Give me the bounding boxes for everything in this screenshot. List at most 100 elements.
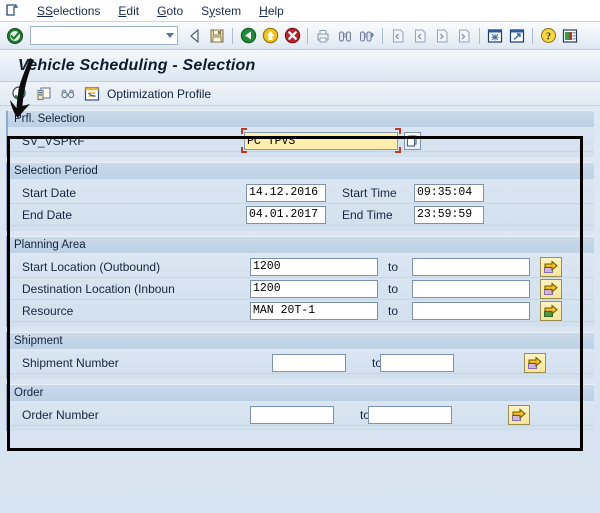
- input-order-number-from[interactable]: [250, 406, 334, 424]
- create-shortcut-icon[interactable]: [506, 25, 528, 47]
- find-next-binoculars-icon[interactable]: [356, 25, 378, 47]
- first-page-icon[interactable]: [387, 25, 409, 47]
- input-wrapper-sv-vsprf: [244, 131, 398, 151]
- multiple-selection-arrow-icon[interactable]: [540, 279, 562, 299]
- focus-bracket-icon: [395, 147, 401, 153]
- menu-item-goto[interactable]: Goto: [148, 3, 192, 19]
- input-end-time[interactable]: [414, 206, 484, 224]
- cancel-red-x-icon[interactable]: [281, 25, 303, 47]
- delete-glasses-icon[interactable]: [56, 83, 80, 105]
- sap-gui-window: SSelectionsSelections Edit Goto System H…: [0, 0, 600, 513]
- group-body-order: Order Number to: [6, 401, 594, 431]
- group-body-planning-area: Start Location (Outbound) to Destination…: [6, 253, 594, 327]
- group-title: Shipment: [14, 335, 63, 347]
- help-question-icon[interactable]: ?: [537, 25, 559, 47]
- input-shipment-number-from[interactable]: [272, 354, 346, 372]
- label-end-time: End Time: [342, 208, 414, 222]
- command-field[interactable]: [30, 26, 178, 45]
- menu-item-edit[interactable]: Edit: [109, 3, 148, 19]
- input-resource-from[interactable]: [250, 302, 378, 320]
- label-shipment-number: Shipment Number: [22, 356, 272, 370]
- back-green-arrow-icon[interactable]: [237, 25, 259, 47]
- execute-clock-check-icon[interactable]: [8, 83, 32, 105]
- focus-bracket-icon: [395, 128, 401, 134]
- multiple-selection-arrow-icon[interactable]: [540, 257, 562, 277]
- command-input[interactable]: [36, 28, 166, 43]
- field-row-end-date: End Date End Time: [8, 204, 594, 226]
- group-order: Order Order Number to: [6, 384, 594, 431]
- multiple-selection-arrow-icon[interactable]: [524, 353, 546, 373]
- group-header-planning-area: Planning Area: [6, 236, 594, 253]
- group-title: Prfl. Selection: [14, 113, 85, 125]
- find-binoculars-icon[interactable]: [334, 25, 356, 47]
- group-title: Planning Area: [14, 239, 86, 251]
- field-row-start-date: Start Date Start Time: [8, 182, 594, 204]
- previous-page-icon[interactable]: [409, 25, 431, 47]
- field-row-destination-location: Destination Location (Inboun to: [8, 278, 594, 300]
- toolbar-separator: [479, 28, 480, 44]
- input-start-location-to[interactable]: [412, 258, 530, 276]
- toolbar-separator: [532, 28, 533, 44]
- chevron-down-icon[interactable]: [166, 33, 174, 38]
- field-row-order-number: Order Number to: [8, 404, 594, 426]
- group-header-shipment: Shipment: [6, 332, 594, 349]
- optimization-profile-icon[interactable]: [80, 83, 104, 105]
- label-order-number: Order Number: [22, 408, 250, 422]
- menu-item-system[interactable]: System: [192, 3, 250, 19]
- input-end-date[interactable]: [246, 206, 326, 224]
- print-icon[interactable]: [312, 25, 334, 47]
- label-to: to: [346, 356, 380, 370]
- input-start-time[interactable]: [414, 184, 484, 202]
- input-destination-location-from[interactable]: [250, 280, 378, 298]
- input-start-location-from[interactable]: [250, 258, 378, 276]
- matchcode-icon[interactable]: [404, 132, 421, 150]
- copy-variant-icon[interactable]: [32, 83, 56, 105]
- toolbar-separator: [232, 28, 233, 44]
- multiple-selection-arrow-icon-active[interactable]: [540, 301, 562, 321]
- focus-bracket-icon: [241, 147, 247, 153]
- group-prfl-selection: Prfl. Selection SV_VSPRF: [6, 110, 594, 157]
- toolbar-separator: [307, 28, 308, 44]
- field-row-resource: Resource to: [8, 300, 594, 322]
- label-start-date: Start Date: [22, 186, 246, 200]
- toolbar-separator: [382, 28, 383, 44]
- input-resource-to[interactable]: [412, 302, 530, 320]
- menu-bar: SSelectionsSelections Edit Goto System H…: [0, 0, 600, 22]
- label-to: to: [378, 260, 412, 274]
- input-destination-location-to[interactable]: [412, 280, 530, 298]
- save-floppy-icon[interactable]: [206, 25, 228, 47]
- standard-toolbar: ?: [0, 22, 600, 50]
- menu-item-selections[interactable]: SSelectionsSelections: [28, 3, 109, 19]
- group-header-selection-period: Selection Period: [6, 162, 594, 179]
- group-selection-period: Selection Period Start Date Start Time E…: [6, 162, 594, 231]
- exit-yellow-arrow-icon[interactable]: [259, 25, 281, 47]
- label-start-location: Start Location (Outbound): [22, 260, 250, 274]
- sap-session-icon: [4, 3, 22, 19]
- field-row-start-location: Start Location (Outbound) to: [8, 256, 594, 278]
- next-page-icon[interactable]: [431, 25, 453, 47]
- optimization-profile-label[interactable]: Optimization Profile: [107, 87, 211, 101]
- menu-item-help[interactable]: Help: [250, 3, 293, 19]
- input-start-date[interactable]: [246, 184, 326, 202]
- group-body-selection-period: Start Date Start Time End Date End Time: [6, 179, 594, 231]
- group-title: Order: [14, 387, 43, 399]
- multiple-selection-arrow-icon[interactable]: [508, 405, 530, 425]
- group-title: Selection Period: [14, 165, 98, 177]
- customize-layout-icon[interactable]: [559, 25, 581, 47]
- input-shipment-number-to[interactable]: [380, 354, 454, 372]
- back-triangle-icon[interactable]: [184, 25, 206, 47]
- group-body-prfl-selection: SV_VSPRF: [6, 127, 594, 157]
- input-order-number-to[interactable]: [368, 406, 452, 424]
- label-to: to: [378, 282, 412, 296]
- last-page-icon[interactable]: [453, 25, 475, 47]
- create-session-icon[interactable]: [484, 25, 506, 47]
- screen-title-bar: Vehicle Scheduling - Selection: [0, 50, 600, 82]
- svg-text:?: ?: [546, 31, 551, 42]
- group-header-order: Order: [6, 384, 594, 401]
- input-sv-vsprf[interactable]: [244, 132, 398, 150]
- group-body-shipment: Shipment Number to: [6, 349, 594, 379]
- label-to: to: [334, 408, 368, 422]
- group-shipment: Shipment Shipment Number to: [6, 332, 594, 379]
- label-start-time: Start Time: [342, 186, 414, 200]
- green-check-enter-icon[interactable]: [4, 25, 26, 47]
